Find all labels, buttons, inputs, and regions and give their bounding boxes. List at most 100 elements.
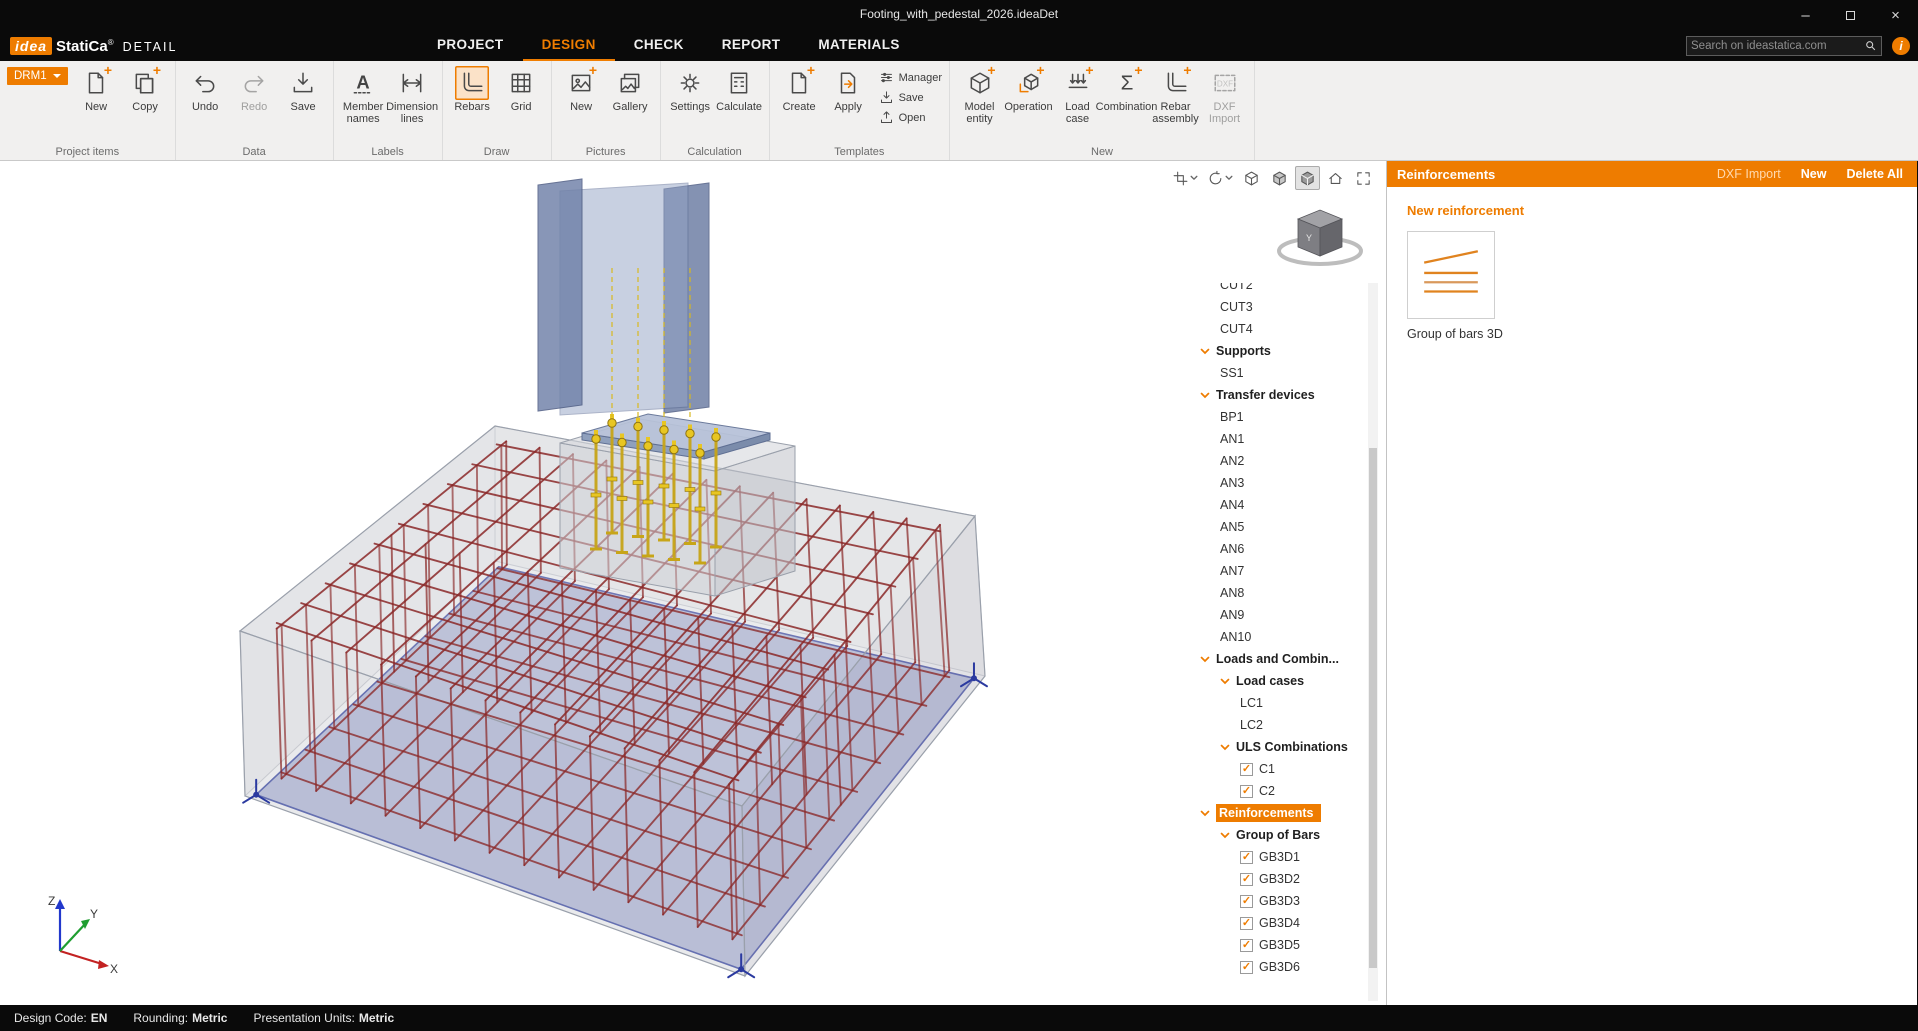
ribbon-button-rebars[interactable]: Rebars <box>448 64 497 113</box>
tree-item-an2[interactable]: AN2 <box>1198 450 1362 472</box>
checkbox[interactable]: ✓ <box>1240 917 1253 930</box>
tree-item-uls-combinations[interactable]: ULS Combinations <box>1198 736 1362 758</box>
info-icon[interactable]: i <box>1892 37 1910 55</box>
tree-item-lc1[interactable]: LC1 <box>1198 692 1362 714</box>
checkbox[interactable]: ✓ <box>1240 895 1253 908</box>
tree-item-lc2[interactable]: LC2 <box>1198 714 1362 736</box>
orbit-tool-button[interactable] <box>1204 166 1236 190</box>
ribbon-button-settings[interactable]: Settings <box>666 64 715 113</box>
tree-item-cut4[interactable]: CUT4 <box>1198 318 1362 340</box>
chevron-down-icon[interactable] <box>1200 392 1210 399</box>
tree-item-an1[interactable]: AN1 <box>1198 428 1362 450</box>
tree-item-loads-and-combin[interactable]: Loads and Combin... <box>1198 648 1362 670</box>
tree-item-an6[interactable]: AN6 <box>1198 538 1362 560</box>
tree-item-c1[interactable]: ✓C1 <box>1198 758 1362 780</box>
tree-item-an4[interactable]: AN4 <box>1198 494 1362 516</box>
tree-item-gb3d5[interactable]: ✓GB3D5 <box>1198 934 1362 956</box>
tree-item-ss1[interactable]: SS1 <box>1198 362 1362 384</box>
group-of-bars-3d-card[interactable] <box>1407 231 1495 319</box>
maximize-button[interactable] <box>1828 0 1873 30</box>
ribbon-button-redo: Redo <box>230 64 279 113</box>
tree-item-supports[interactable]: Supports <box>1198 340 1362 362</box>
ribbon-button-rebar-assembly[interactable]: +Rebar assembly <box>1151 64 1200 125</box>
ribbon-button-save[interactable]: Save <box>279 64 328 113</box>
tree-item-an7[interactable]: AN7 <box>1198 560 1362 582</box>
navigation-cube[interactable]: Y <box>1270 191 1370 278</box>
minimize-button[interactable]: – <box>1783 0 1828 30</box>
chevron-down-icon[interactable] <box>1200 810 1210 817</box>
tab-design[interactable]: DESIGN <box>523 30 615 61</box>
tree-item-group-of-bars[interactable]: Group of Bars <box>1198 824 1362 846</box>
tab-project[interactable]: PROJECT <box>418 30 523 61</box>
new-button[interactable]: New <box>1801 167 1827 181</box>
ribbon-button-calculate[interactable]: Calculate <box>715 64 764 113</box>
scrollbar-thumb[interactable] <box>1369 448 1377 968</box>
tree-item-an3[interactable]: AN3 <box>1198 472 1362 494</box>
checkbox[interactable]: ✓ <box>1240 961 1253 974</box>
ribbon-button-combination[interactable]: Σ+Combination <box>1102 64 1151 113</box>
chevron-down-icon[interactable] <box>1220 678 1230 685</box>
tree-item-gb3d4[interactable]: ✓GB3D4 <box>1198 912 1362 934</box>
search-icon[interactable] <box>1864 39 1877 52</box>
tree-item-cut2[interactable]: CUT2 <box>1198 283 1362 296</box>
tree-scrollbar[interactable] <box>1368 283 1378 1001</box>
tree-item-transfer-devices[interactable]: Transfer devices <box>1198 384 1362 406</box>
delete-all-button[interactable]: Delete All <box>1846 167 1903 181</box>
ribbon-button-operation[interactable]: +Operation <box>1004 64 1053 113</box>
ribbon-button-create[interactable]: +Create <box>775 64 824 113</box>
ribbon-button-grid[interactable]: Grid <box>497 64 546 113</box>
tree-item-reinforcements[interactable]: Reinforcements <box>1198 802 1362 824</box>
zoom-fit-button[interactable] <box>1351 166 1376 190</box>
chevron-down-icon[interactable] <box>1220 832 1230 839</box>
ribbon-button-templates-open[interactable]: Open <box>879 110 942 125</box>
default-view-button[interactable] <box>1323 166 1348 190</box>
checkbox[interactable]: ✓ <box>1240 785 1253 798</box>
ribbon-button-apply[interactable]: Apply <box>824 64 873 113</box>
ribbon-button-templates-save[interactable]: Save <box>879 90 942 105</box>
ribbon-button-templates-manager[interactable]: Manager <box>879 70 942 85</box>
tree-item-cut3[interactable]: CUT3 <box>1198 296 1362 318</box>
ribbon-button-load-case[interactable]: +Load case <box>1053 64 1102 125</box>
svg-text:DXF: DXF <box>1216 79 1232 88</box>
ribbon-button-member-names[interactable]: AMember names <box>339 64 388 125</box>
tree-item-an8[interactable]: AN8 <box>1198 582 1362 604</box>
wireframe-view-button[interactable] <box>1239 166 1264 190</box>
ribbon-button-copy[interactable]: +Copy <box>121 64 170 113</box>
tree-item-gb3d2[interactable]: ✓GB3D2 <box>1198 868 1362 890</box>
tree-item-gb3d1[interactable]: ✓GB3D1 <box>1198 846 1362 868</box>
chevron-down-icon[interactable] <box>1220 744 1230 751</box>
tree-item-gb3d3[interactable]: ✓GB3D3 <box>1198 890 1362 912</box>
drm-selector[interactable]: DRM1 <box>7 67 68 85</box>
tree-item-an5[interactable]: AN5 <box>1198 516 1362 538</box>
ribbon-button-undo[interactable]: Undo <box>181 64 230 113</box>
search-input[interactable] <box>1691 40 1864 52</box>
section-tool-button[interactable] <box>1169 166 1201 190</box>
tab-check[interactable]: CHECK <box>615 30 703 61</box>
ribbon-button-model-entity[interactable]: +Model entity <box>955 64 1004 125</box>
shaded-view-button[interactable] <box>1295 166 1320 190</box>
checkbox[interactable]: ✓ <box>1240 873 1253 886</box>
search-box[interactable] <box>1686 36 1882 56</box>
tree-item-an10[interactable]: AN10 <box>1198 626 1362 648</box>
chevron-down-icon[interactable] <box>1200 656 1210 663</box>
ribbon-button-gallery[interactable]: Gallery <box>606 64 655 113</box>
tree-item-bp1[interactable]: BP1 <box>1198 406 1362 428</box>
ribbon-button-dimension-lines[interactable]: Dimension lines <box>388 64 437 125</box>
tab-materials[interactable]: MATERIALS <box>799 30 918 61</box>
3d-viewport[interactable]: ZYX Y CUT2CUT3CUT4SupportsSS1Transfer de… <box>0 161 1386 1005</box>
checkbox[interactable]: ✓ <box>1240 939 1253 952</box>
chevron-down-icon[interactable] <box>1200 348 1210 355</box>
tree-item-load-cases[interactable]: Load cases <box>1198 670 1362 692</box>
tree-item-c2[interactable]: ✓C2 <box>1198 780 1362 802</box>
ribbon-button-new[interactable]: +New <box>72 64 121 113</box>
tree-item-gb3d6[interactable]: ✓GB3D6 <box>1198 956 1362 978</box>
workspace: ZYX Y CUT2CUT3CUT4SupportsSS1Transfer de… <box>0 161 1918 1005</box>
checkbox[interactable]: ✓ <box>1240 851 1253 864</box>
ribbon-button-new[interactable]: +New <box>557 64 606 113</box>
tab-report[interactable]: REPORT <box>703 30 800 61</box>
tree-item-an9[interactable]: AN9 <box>1198 604 1362 626</box>
solid-view-button[interactable] <box>1267 166 1292 190</box>
checkbox[interactable]: ✓ <box>1240 763 1253 776</box>
close-button[interactable]: × <box>1873 0 1918 30</box>
dxf-import-button[interactable]: DXF Import <box>1717 167 1781 181</box>
